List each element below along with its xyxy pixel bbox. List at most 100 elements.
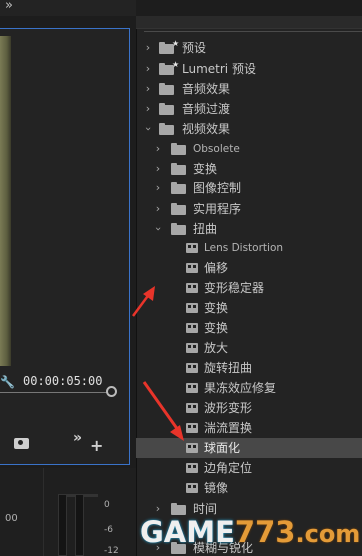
collapse-chevron-icon[interactable]: › [148,224,168,234]
effect-label: 果冻效应修复 [204,381,277,395]
effect-item[interactable]: 变换 [136,318,362,338]
folder-icon [159,83,174,95]
meter-scale-0: 0 [104,500,110,510]
expand-chevron-icon[interactable]: › [153,538,163,556]
folder-icon [171,223,186,235]
effect-item[interactable]: 镜像 [136,478,362,498]
tree-item-label: 音频效果 [182,82,231,96]
tree-item-lumetri-presets[interactable]: › ★ Lumetri 预设 [136,59,362,79]
panel-overflow-chevron[interactable]: » [5,0,13,13]
effect-label: Lens Distortion [204,242,284,254]
effect-label: 球面化 [204,441,241,455]
folder-icon [171,163,186,175]
expand-chevron-icon[interactable]: › [143,79,153,99]
tree-item-transform[interactable]: › 变换 [136,159,362,179]
effect-item[interactable]: 偏移 [136,258,362,278]
effect-label: 放大 [204,341,229,355]
expand-chevron-icon[interactable]: › [153,178,163,198]
tree-item-label: 预设 [182,41,207,55]
collapse-chevron-icon[interactable]: › [138,124,158,134]
effect-item[interactable]: 变换 [136,298,362,318]
panel-tab-bar: » [0,0,136,16]
tree-item-label: 扭曲 [193,222,218,236]
tree-item-label: 时间 [193,502,218,516]
export-frame-camera-icon[interactable] [14,438,29,449]
effect-icon [186,403,198,413]
button-editor-plus-icon[interactable]: + [90,436,103,455]
duration-timecode: 00:00:05:00 [23,374,103,388]
effect-item[interactable]: 湍流置换 [136,418,362,438]
tree-item-time[interactable]: › 时间 [136,499,362,519]
effect-icon [186,243,198,253]
folder-icon [171,503,186,515]
tree-item-audio-effects[interactable]: › 音频效果 [136,79,362,99]
scrub-bar[interactable] [0,392,112,393]
tree-item-blur-sharpen[interactable]: › 模糊与锐化 [136,538,362,556]
effect-icon [186,303,198,313]
effects-panel-header [136,16,362,29]
expand-chevron-icon[interactable]: › [153,499,163,519]
effects-search-underline [144,31,362,32]
effect-label: 镜像 [204,481,229,495]
tree-item-label: 音频过渡 [182,102,231,116]
effect-item-selected[interactable]: 球面化 [136,438,362,458]
effect-label: 变换 [204,301,229,315]
tree-item-label: 模糊与锐化 [193,541,254,555]
tree-item-label: 视频效果 [182,122,231,136]
audio-meter-right [75,494,84,556]
effect-item[interactable]: 变形稳定器 [136,278,362,298]
effect-icon [186,483,198,493]
folder-icon [171,182,186,194]
tree-item-obsolete[interactable]: › Obsolete [136,139,362,159]
wrench-icon[interactable]: 🔧 [0,375,15,389]
tree-item-label: 变换 [193,162,218,176]
tree-item-audio-transitions[interactable]: › 音频过渡 [136,99,362,119]
effect-icon [186,383,198,393]
meter-readout: 00 [5,513,18,524]
effect-label: 波形变形 [204,401,253,415]
folder-icon [159,123,174,135]
effect-icon [186,423,198,433]
tree-item-utility[interactable]: › 实用程序 [136,199,362,219]
expand-chevron-icon[interactable]: › [153,139,163,159]
effect-label: 变换 [204,321,229,335]
effect-icon [186,363,198,373]
expand-chevron-icon[interactable]: › [143,59,153,79]
tree-item-video-effects[interactable]: › 视频效果 [136,119,362,139]
effect-label: 旋转扭曲 [204,361,253,375]
tree-item-label: 图像控制 [193,181,242,195]
video-preview [0,36,11,366]
tree-item-label: Lumetri 预设 [182,62,256,76]
effect-icon [186,323,198,333]
effect-item[interactable]: 果冻效应修复 [136,378,362,398]
expand-chevron-icon[interactable]: › [143,38,153,58]
effect-item[interactable]: 波形变形 [136,398,362,418]
audio-meters-panel [0,468,136,556]
expand-chevron-icon[interactable]: › [153,159,163,179]
tree-item-label: Obsolete [193,143,240,155]
star-icon: ★ [172,60,180,69]
tree-item-image-control[interactable]: › 图像控制 [136,178,362,198]
meter-scale-6: -6 [104,525,113,535]
effect-item[interactable]: 旋转扭曲 [136,358,362,378]
program-monitor-panel [0,28,130,465]
folder-icon [171,542,186,554]
star-icon: ★ [172,39,180,48]
expand-chevron-icon[interactable]: › [153,199,163,219]
scrub-end-handle[interactable] [106,386,117,397]
more-controls-icon[interactable]: » [73,430,82,446]
effect-label: 边角定位 [204,461,253,475]
meter-scale-12: -12 [104,546,119,556]
effect-item[interactable]: 边角定位 [136,458,362,478]
effect-item[interactable]: Lens Distortion [136,238,362,258]
folder-icon [159,103,174,115]
effect-icon [186,263,198,273]
audio-meter-left [58,494,67,556]
tree-item-presets[interactable]: › ★ 预设 [136,38,362,58]
effect-label: 变形稳定器 [204,281,265,295]
panel-divider [43,468,44,556]
expand-chevron-icon[interactable]: › [143,99,153,119]
tree-item-distort[interactable]: › 扭曲 [136,219,362,239]
effect-item[interactable]: 放大 [136,338,362,358]
effect-label: 偏移 [204,261,229,275]
